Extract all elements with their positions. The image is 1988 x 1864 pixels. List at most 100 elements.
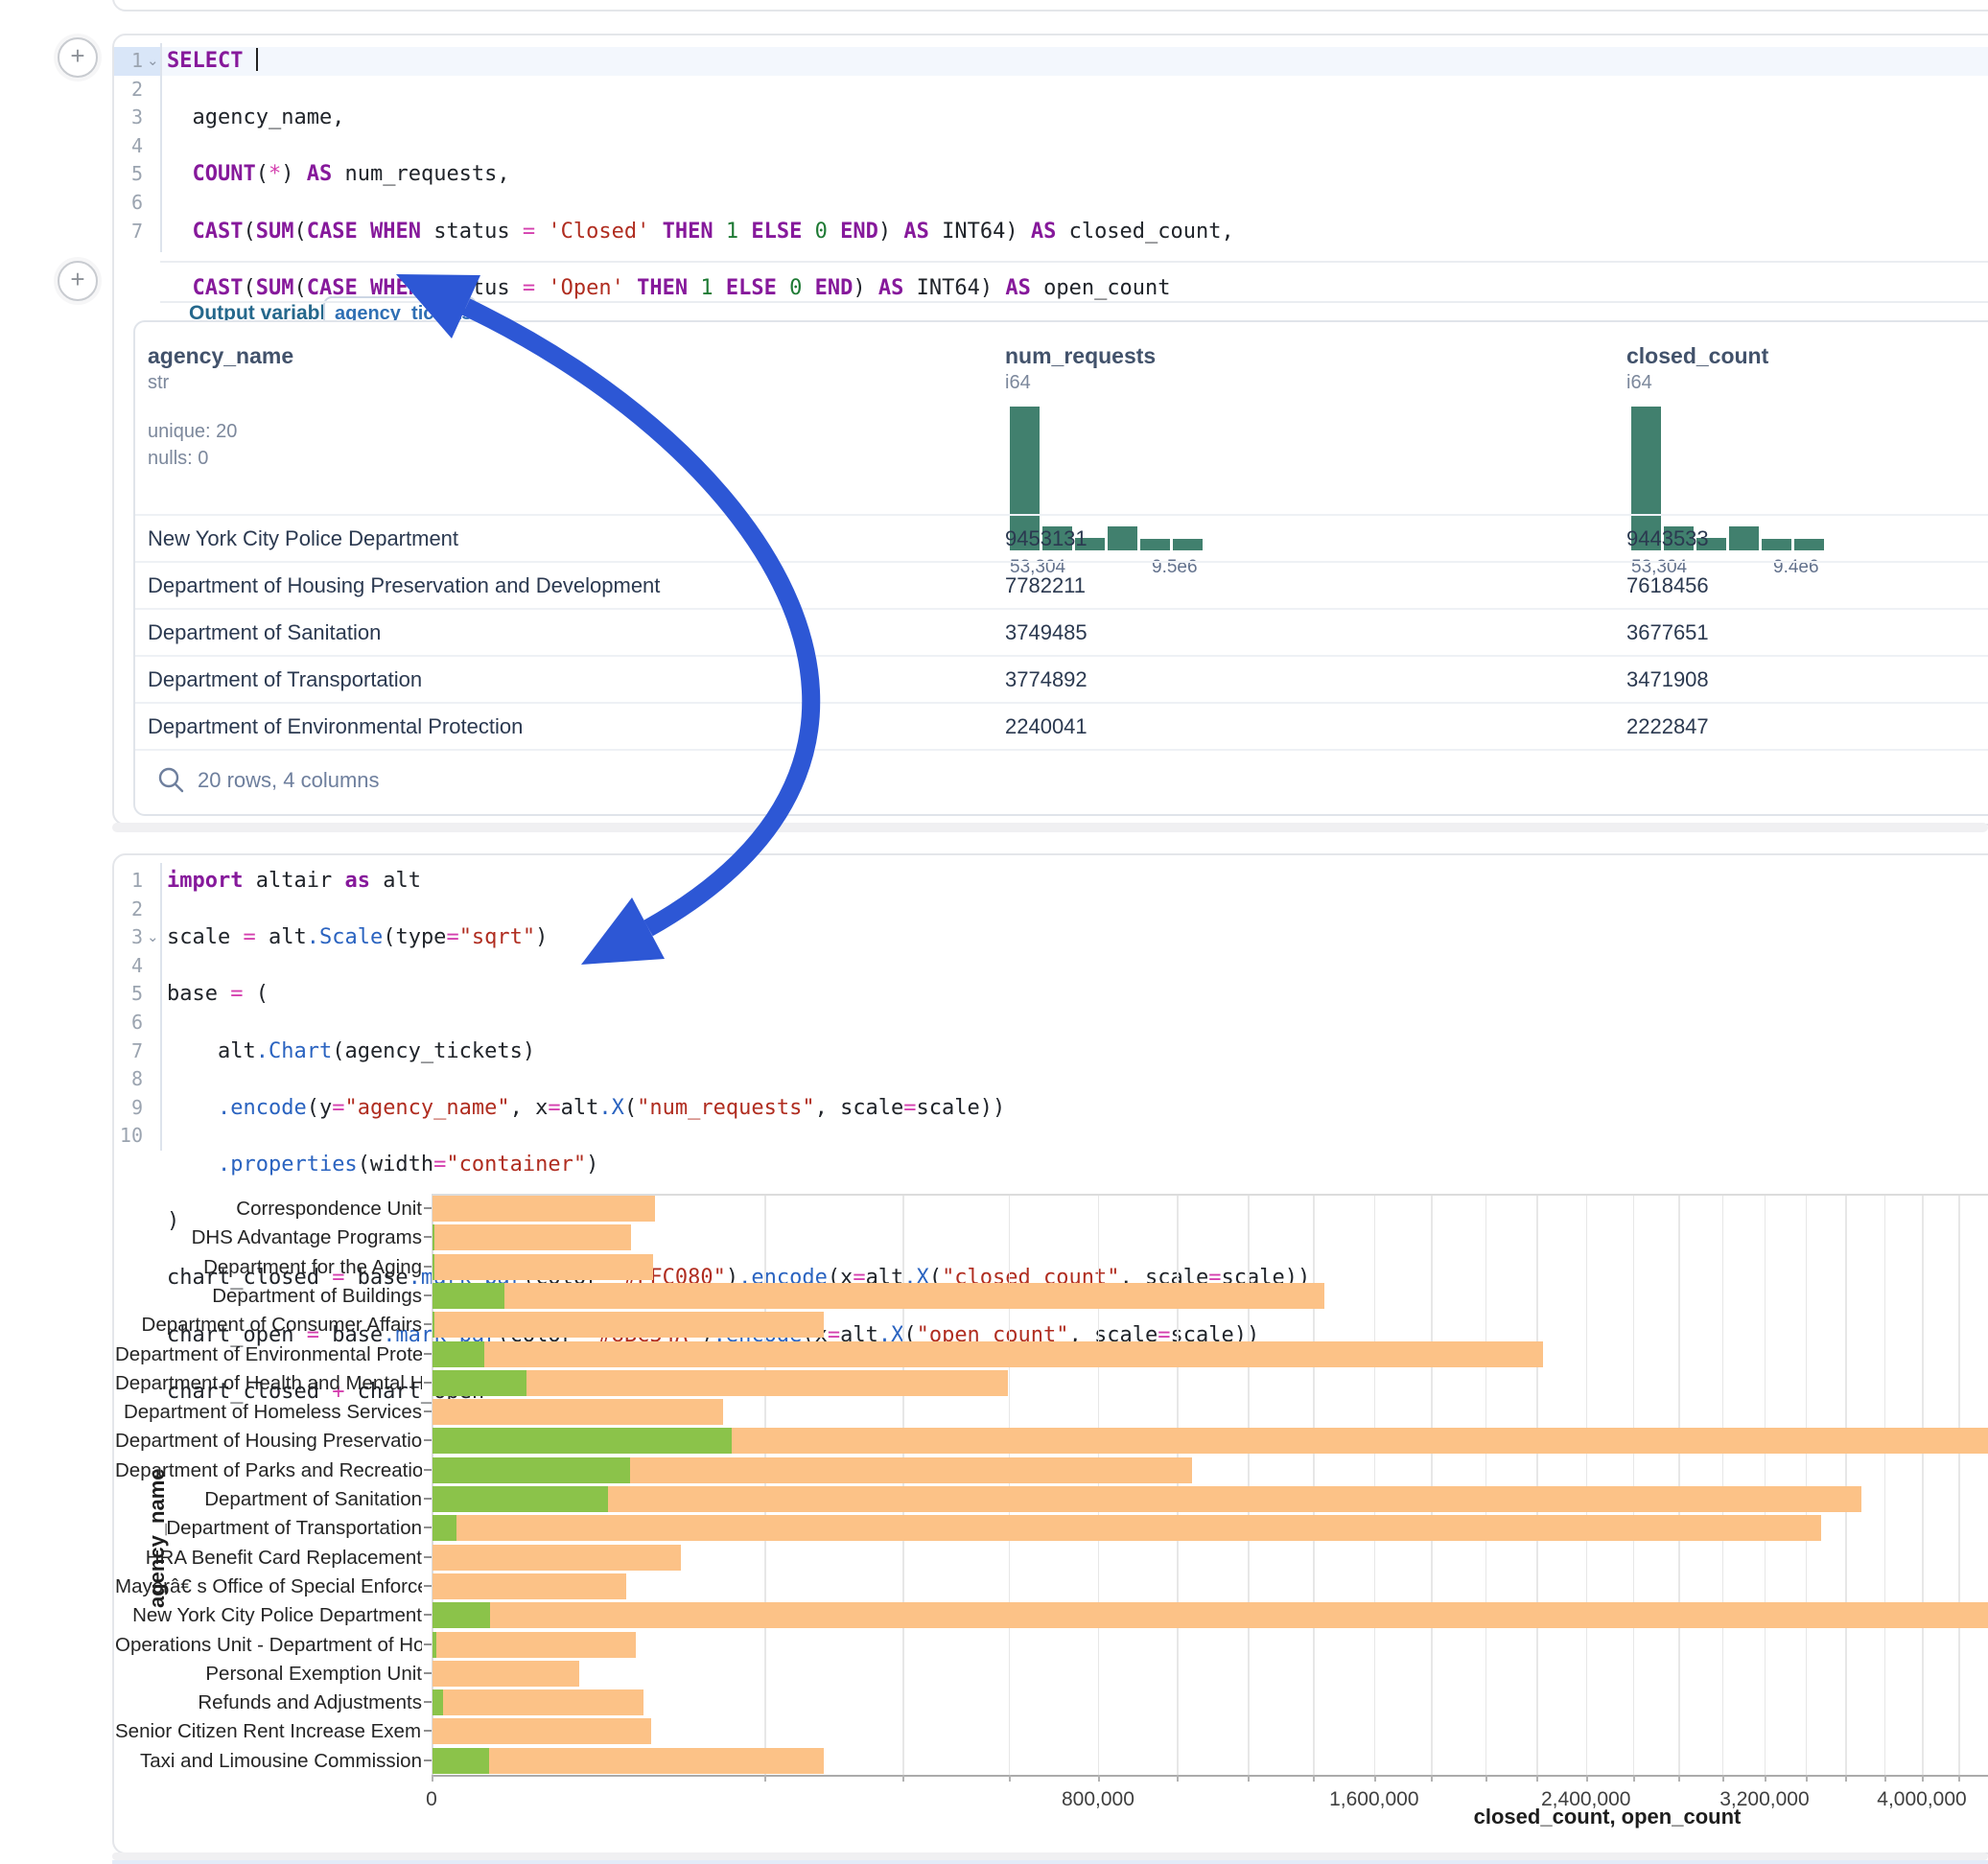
table-cell: Department of Housing Preservation and D…: [148, 563, 660, 608]
chart-category-label: Department of Sanitation: [115, 1488, 422, 1511]
code-token: SELECT: [167, 49, 243, 73]
column-header-closed-count: closed_count: [1626, 343, 1768, 369]
code-token: CAST: [193, 220, 244, 244]
text-cursor: [256, 48, 258, 71]
chart-category-label: Taxi and Limousine Commission: [115, 1750, 422, 1773]
code-token: closed_count,: [1056, 220, 1233, 244]
table-cell: Department of Transportation: [148, 657, 422, 702]
chart-gridline: [1248, 1194, 1250, 1775]
chart-y-tick: [424, 1526, 432, 1528]
column-header-agency-name: agency_name: [148, 343, 293, 369]
chart-y-tick: [424, 1323, 432, 1325]
bottom-gap-strip: [112, 1852, 1988, 1860]
code-token: (: [293, 276, 306, 300]
code-token: COUNT: [193, 162, 256, 186]
code-token: SUM: [256, 220, 294, 244]
chart-category-label: Correspondence Unit: [115, 1198, 422, 1221]
search-icon[interactable]: [156, 765, 185, 794]
code-token: AS: [307, 162, 333, 186]
chart-y-tick: [424, 1730, 432, 1732]
line-number: 6: [101, 189, 143, 218]
code-token: ): [878, 220, 904, 244]
chart-x-minor-tick: [1845, 1775, 1847, 1782]
bar-closed-count: [433, 1573, 626, 1599]
bar-closed-count: [433, 1661, 579, 1687]
bar-open-count: [433, 1515, 456, 1541]
table-cell: 3774892: [1005, 657, 1088, 702]
code-token: [828, 220, 840, 244]
line-number: 5: [101, 160, 143, 189]
chart-gridline: [764, 1194, 766, 1775]
bar-closed-count: [433, 1312, 824, 1338]
chart-y-tick: [424, 1236, 432, 1238]
chart-x-tick-label: 4,000,000: [1877, 1788, 1966, 1811]
chart-y-tick: [424, 1585, 432, 1587]
chart-x-minor-tick: [902, 1775, 904, 1782]
code-token: ): [281, 162, 307, 186]
chart-gridline: [1765, 1194, 1766, 1775]
chart-gridline: [1586, 1194, 1588, 1775]
chart-x-minor-tick: [1248, 1775, 1250, 1782]
table-row-separator: [135, 749, 1988, 798]
chart-plot-top-border: [432, 1194, 1988, 1196]
code-token: [535, 276, 548, 300]
line-number: 4: [101, 132, 143, 161]
bar-closed-count: [433, 1341, 1543, 1367]
bar-closed-count: [433, 1196, 655, 1222]
python-cell: 1import altair as alt2scale = alt.Scale(…: [112, 853, 1988, 1854]
code-line[interactable]: SELECT: [167, 47, 1988, 76]
column-type-num-requests: i64: [1005, 372, 1031, 394]
bar-open-count: [433, 1602, 490, 1628]
line-number: 3: [101, 104, 143, 132]
fold-chevron-icon[interactable]: ⌄: [147, 47, 159, 76]
code-token: END: [815, 276, 854, 300]
code-token: [358, 220, 370, 244]
code-line[interactable]: COUNT(*) AS num_requests,: [167, 160, 1988, 189]
chart-x-minor-tick: [1765, 1775, 1766, 1782]
table-row-count: 20 rows, 4 columns: [198, 768, 380, 793]
code-token: num_requests,: [332, 162, 509, 186]
add-cell-button-top[interactable]: +: [58, 37, 98, 78]
code-token: END: [840, 220, 878, 244]
chart-gridline: [1633, 1194, 1635, 1775]
chart-gridline: [1958, 1194, 1960, 1775]
code-token: [777, 276, 789, 300]
sql-editor[interactable]: 1⌄SELECT 2 agency_name,3 COUNT(*) AS num…: [114, 35, 1988, 259]
code-line[interactable]: agency_name,: [167, 104, 1988, 132]
table-cell: 2240041: [1005, 704, 1088, 749]
chart-y-tick: [424, 1614, 432, 1616]
chart-gridline: [1678, 1194, 1680, 1775]
chart-category-label: DHS Advantage Programs: [115, 1226, 422, 1249]
line-number: 2: [101, 76, 143, 105]
code-token: [167, 276, 193, 300]
chart-x-axis-line: [432, 1775, 1988, 1777]
chart-gridline: [1806, 1194, 1808, 1775]
chart-x-minor-tick: [1633, 1775, 1635, 1782]
code-token: [713, 220, 726, 244]
code-token: =: [523, 220, 535, 244]
chart-category-label: Department of Buildings: [115, 1285, 422, 1308]
code-token: (: [256, 162, 269, 186]
table-cell: 7618456: [1626, 563, 1709, 608]
code-token: [167, 162, 193, 186]
code-token: [738, 220, 751, 244]
code-token: [243, 49, 255, 73]
table-row: New York City Police Department945313194…: [135, 514, 1988, 563]
chart-y-tick: [424, 1701, 432, 1703]
bar-open-count: [433, 1254, 434, 1280]
chart-gridline: [1009, 1194, 1011, 1775]
chart-gridline: [1485, 1194, 1487, 1775]
bar-closed-count: [433, 1224, 631, 1250]
chart-gridline: [1722, 1194, 1724, 1775]
code-line[interactable]: CAST(SUM(CASE WHEN status = 'Closed' THE…: [167, 218, 1988, 246]
chart-category-label: New York City Police Department: [115, 1604, 422, 1627]
chart-x-minor-tick: [1678, 1775, 1680, 1782]
chart-category-label: Department of Homeless Services: [115, 1401, 422, 1424]
bar-closed-count: [433, 1486, 1861, 1512]
code-token: CASE: [307, 220, 358, 244]
chart-x-minor-tick: [1884, 1775, 1886, 1782]
code-token: CAST: [193, 276, 244, 300]
chart-x-tick-label: 800,000: [1062, 1788, 1134, 1811]
code-token: (: [243, 276, 255, 300]
add-cell-button-output[interactable]: +: [58, 261, 98, 301]
